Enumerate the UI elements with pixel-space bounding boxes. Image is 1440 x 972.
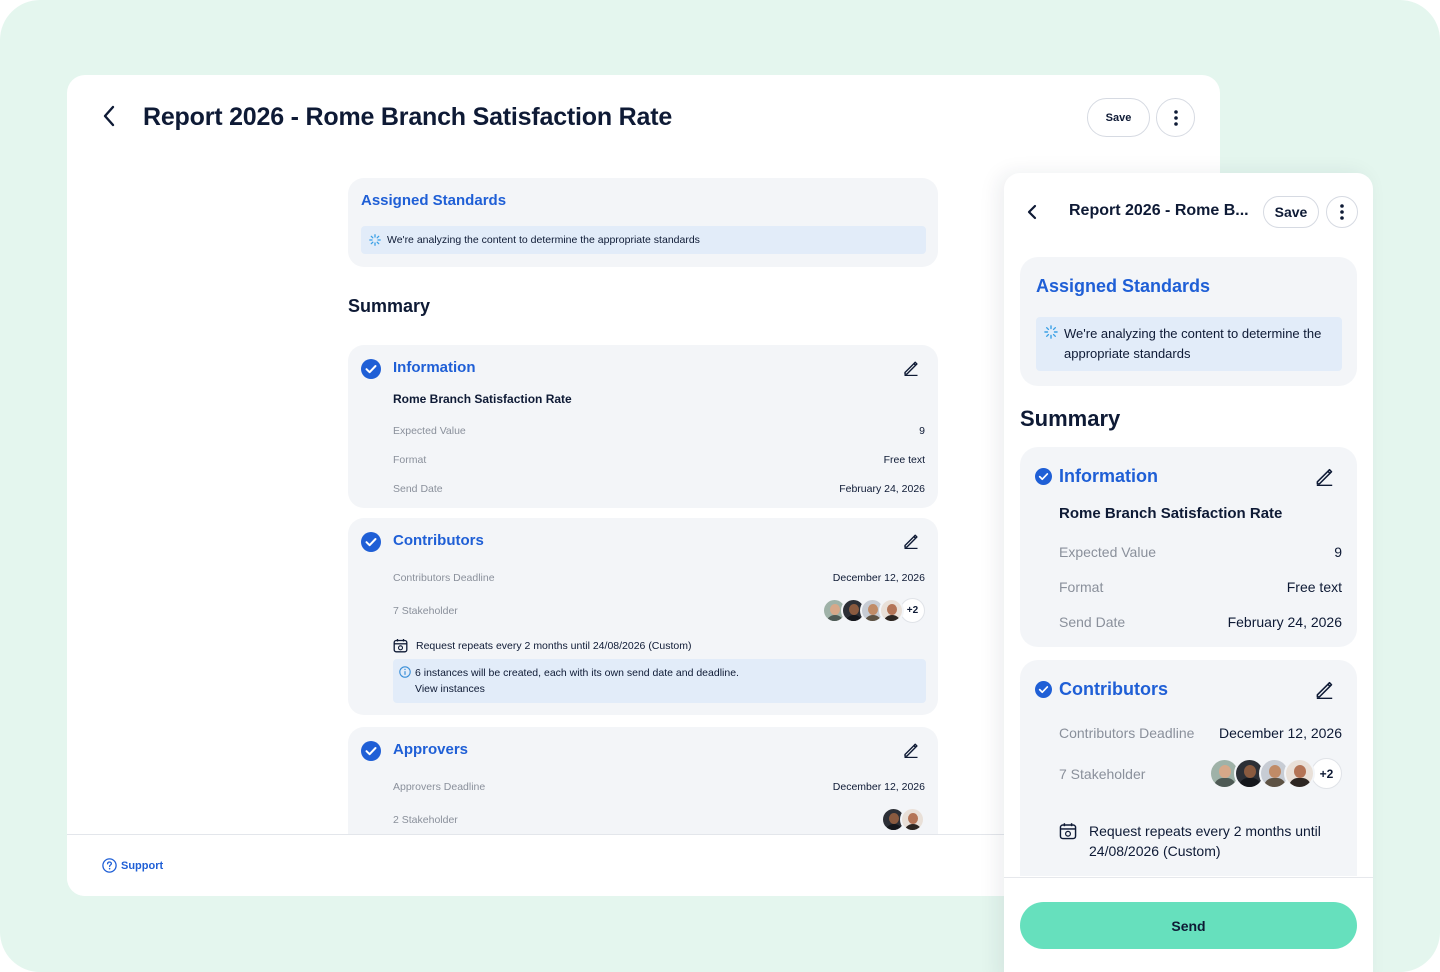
calendar-repeat-icon [1059, 823, 1077, 840]
avatar [900, 807, 925, 832]
back-button[interactable] [97, 103, 121, 129]
mobile-assigned-standards-card: Assigned Standards We're analyzing the c… [1020, 257, 1357, 386]
edit-icon[interactable] [1315, 680, 1334, 699]
approvers-deadline-value: December 12, 2026 [832, 781, 925, 793]
mobile-send-date-label: Send Date [1059, 614, 1126, 630]
more-vertical-icon [1173, 109, 1178, 126]
contributors-stakeholder-count: 7 Stakeholder [393, 605, 458, 617]
chevron-left-icon [103, 105, 115, 127]
check-circle-icon [1035, 468, 1052, 485]
assigned-standards-title: Assigned Standards [361, 192, 507, 209]
avatar [879, 598, 904, 623]
chevron-left-icon [1027, 204, 1037, 220]
view-instances-link[interactable]: View instances [415, 681, 918, 697]
check-circle-icon [361, 359, 381, 379]
send-date-label: Send Date [393, 483, 443, 495]
information-title: Information [393, 359, 476, 376]
mobile-page-title: Report 2026 - Rome B... [1069, 202, 1249, 219]
mobile-contributors-stakeholder-count: 7 Stakeholder [1059, 766, 1146, 782]
background-frame: Report 2026 - Rome Branch Satisfaction R… [0, 0, 1440, 972]
summary-heading: Summary [348, 296, 431, 316]
approvers-deadline-label: Approvers Deadline [393, 781, 486, 793]
approvers-title: Approvers [393, 741, 469, 758]
mobile-repeat-schedule-text: Request repeats every 2 months until 24/… [1089, 823, 1321, 859]
more-options-button[interactable] [1156, 98, 1195, 137]
edit-icon[interactable] [903, 360, 919, 376]
check-circle-icon [1035, 681, 1052, 698]
mobile-send-date-value: February 24, 2026 [1227, 614, 1342, 630]
mobile-standards-analyzing-text: We're analyzing the content to determine… [1064, 326, 1322, 361]
send-button[interactable]: Send [1020, 902, 1357, 949]
mobile-more-options-button[interactable] [1326, 196, 1358, 228]
mobile-summary-content[interactable]: Assigned Standards We're analyzing the c… [1020, 257, 1357, 876]
repeat-schedule-text: Request repeats every 2 months until 24/… [416, 639, 692, 652]
edit-icon[interactable] [903, 742, 919, 758]
save-button[interactable]: Save [1087, 98, 1150, 137]
instances-info-note: 6 instances will be created, each with i… [393, 659, 926, 703]
mobile-panel: Report 2026 - Rome B... Save Assigned St… [1004, 173, 1373, 972]
mobile-assigned-standards-title: Assigned Standards [1036, 276, 1211, 296]
mobile-expected-value-value: 9 [1334, 544, 1342, 560]
contributors-avatars[interactable]: +2 [822, 598, 925, 623]
contributors-deadline-value: December 12, 2026 [832, 572, 925, 584]
mobile-contributors-deadline-label: Contributors Deadline [1059, 725, 1195, 741]
assigned-standards-card: Assigned Standards We're analyzing the c… [348, 178, 938, 267]
approvers-stakeholder-count: 2 Stakeholder [393, 814, 458, 826]
contributors-deadline-label: Contributors Deadline [393, 572, 495, 584]
information-section: Information Rome Branch Satisfaction Rat… [348, 345, 938, 508]
approvers-avatars[interactable] [881, 807, 925, 832]
send-date-value: February 24, 2026 [839, 483, 925, 495]
mobile-repeat-schedule: Request repeats every 2 months until 24/… [1059, 821, 1341, 861]
format-label: Format [393, 454, 427, 466]
mobile-summary-heading: Summary [1020, 406, 1121, 431]
approvers-section: Approvers Approvers Deadline December 12… [348, 727, 938, 835]
format-value: Free text [883, 454, 925, 466]
standards-analyzing-text: We're analyzing the content to determine… [387, 234, 700, 246]
mobile-information-name: Rome Branch Satisfaction Rate [1059, 505, 1283, 522]
instances-info-text: 6 instances will be created, each with i… [415, 667, 739, 679]
spinner-icon [1044, 325, 1058, 339]
mobile-contributors-title: Contributors [1059, 679, 1168, 699]
check-circle-icon [361, 532, 381, 552]
calendar-repeat-icon [393, 639, 408, 653]
mobile-format-label: Format [1059, 579, 1104, 595]
mobile-standards-analyzing-banner: We're analyzing the content to determine… [1036, 317, 1342, 371]
contributors-section: Contributors Contributors Deadline Decem… [348, 518, 938, 715]
info-icon [399, 666, 411, 678]
check-circle-icon [361, 741, 381, 761]
information-name: Rome Branch Satisfaction Rate [393, 392, 572, 406]
expected-value-label: Expected Value [393, 425, 466, 437]
support-link[interactable]: Support [102, 858, 163, 873]
expected-value-value: 9 [919, 425, 925, 437]
help-circle-icon [102, 858, 117, 873]
mobile-expected-value-label: Expected Value [1059, 544, 1157, 560]
more-vertical-icon [1340, 204, 1344, 220]
mobile-more-stakeholders-badge[interactable]: +2 [1311, 758, 1342, 789]
standards-analyzing-banner: We're analyzing the content to determine… [361, 226, 926, 254]
mobile-format-value: Free text [1286, 579, 1342, 595]
mobile-back-button[interactable] [1022, 199, 1042, 230]
mobile-contributors-deadline-value: December 12, 2026 [1219, 725, 1342, 741]
edit-icon[interactable] [903, 533, 919, 549]
mobile-information-title: Information [1059, 466, 1158, 486]
report-summary-content[interactable]: Assigned Standards We're analyzing the c… [348, 178, 938, 835]
spinner-icon [369, 234, 381, 246]
mobile-contributors-avatars[interactable]: +2 [1209, 758, 1342, 789]
mobile-information-section: Information Rome Branch Satisfaction Rat… [1020, 447, 1357, 647]
edit-icon[interactable] [1315, 467, 1334, 486]
contributors-title: Contributors [393, 532, 484, 549]
mobile-contributors-section: Contributors Contributors Deadline Decem… [1020, 660, 1357, 876]
mobile-save-button[interactable]: Save [1263, 196, 1319, 228]
mobile-footer: Send [1004, 877, 1373, 972]
page-title: Report 2026 - Rome Branch Satisfaction R… [143, 103, 673, 131]
repeat-schedule: Request repeats every 2 months until 24/… [393, 638, 691, 653]
avatar [1284, 758, 1315, 789]
support-label: Support [121, 859, 164, 872]
